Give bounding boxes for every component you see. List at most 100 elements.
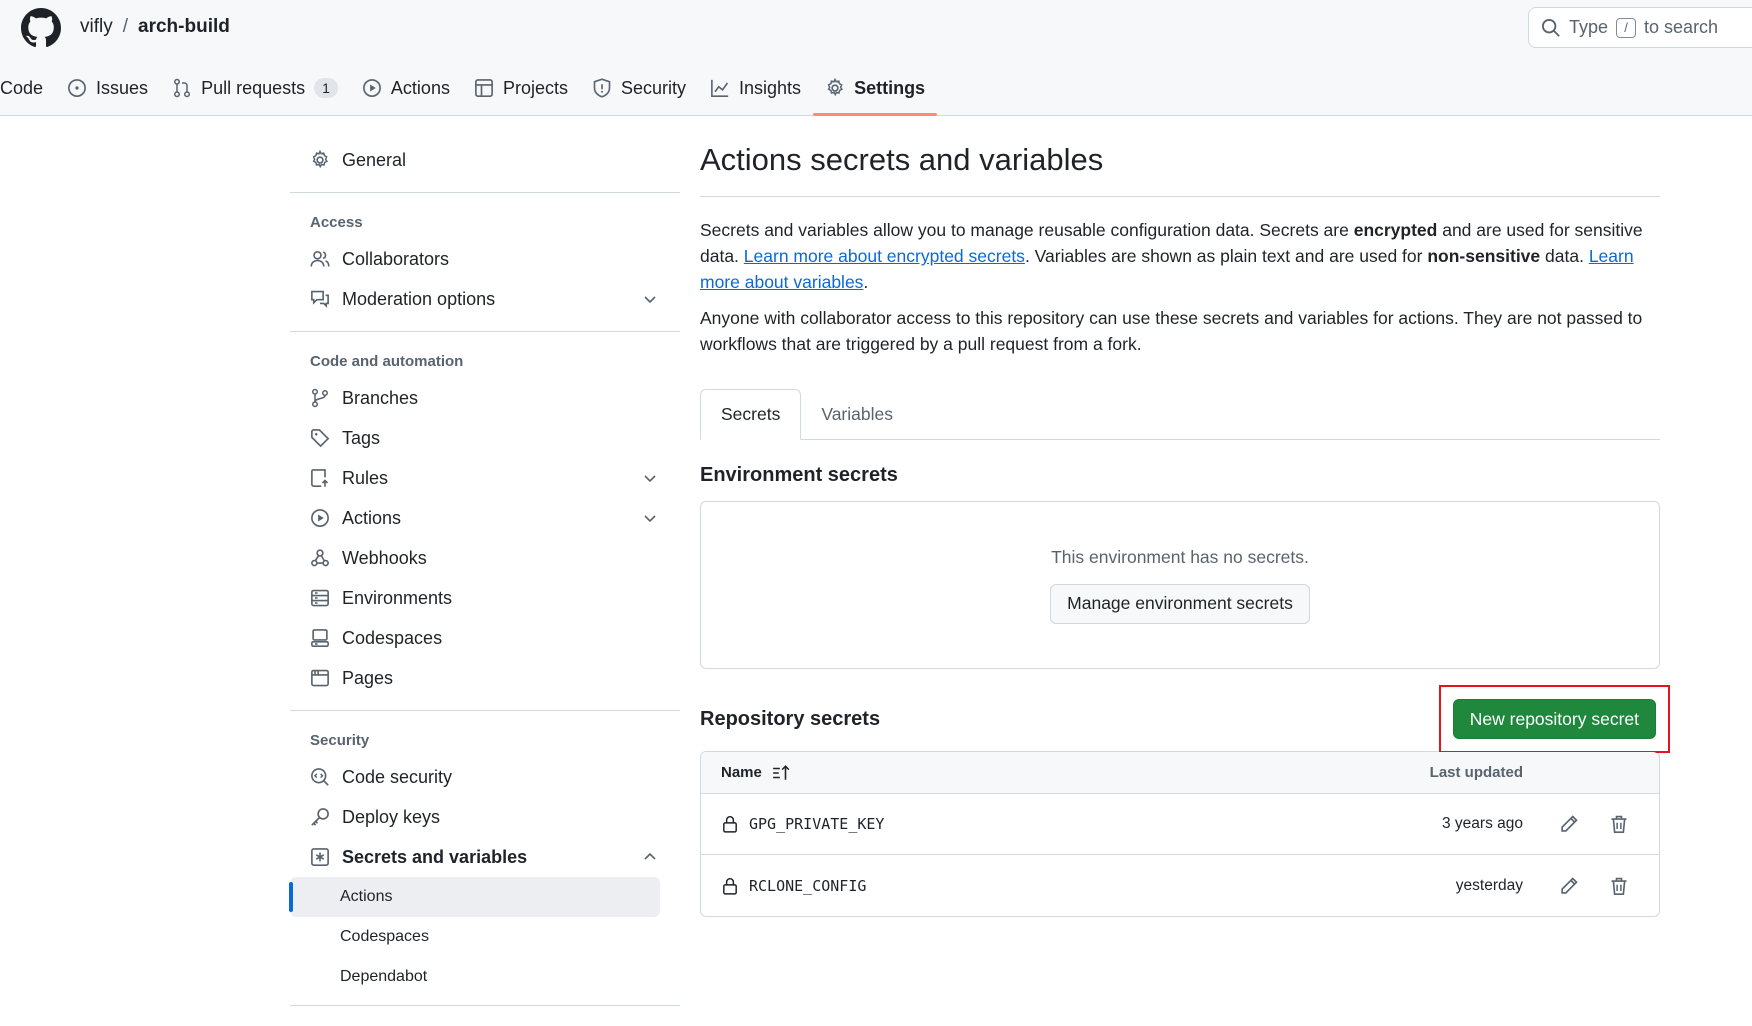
owner-link[interactable]: vifly [80,16,113,38]
sidebar-item-deploy-keys[interactable]: Deploy keys [290,797,680,837]
sidebar-item-code-security[interactable]: Code security [290,757,680,797]
sort-ascending-icon[interactable] [772,764,790,782]
sidebar-heading-code-automation: Code and automation [310,352,464,370]
pencil-icon[interactable] [1559,814,1579,834]
tab-settings-label: Settings [854,77,926,98]
search-input[interactable]: Type / to search [1528,7,1752,48]
key-icon [311,808,329,826]
table-header: Name Last updated [701,752,1659,795]
chevron-down-icon[interactable] [642,291,658,307]
sidebar-item-label: Rules [342,467,389,488]
tab-issues[interactable]: Issues [55,70,160,106]
sidebar-subitem-dependabot[interactable]: Dependabot [290,957,680,997]
browser-icon [311,669,329,687]
table-row: RCLONE_CONFIG yesterday [701,855,1659,916]
tab-projects[interactable]: Projects [462,70,580,106]
codespaces-icon [311,629,329,647]
tab-variables[interactable]: Variables [801,389,913,440]
table-row: GPG_PRIVATE_KEY 3 years ago [701,794,1659,856]
trash-icon[interactable] [1609,814,1629,834]
sidebar-item-environments[interactable]: Environments [290,578,680,618]
chevron-down-icon[interactable] [642,470,658,486]
secret-last-updated: yesterday [1455,876,1523,894]
sidebar-item-general[interactable]: General [290,140,680,180]
sidebar-item-codespaces[interactable]: Codespaces [290,618,680,658]
sidebar-item-label: Tags [342,427,381,448]
sidebar-item-branches[interactable]: Branches [290,378,680,418]
tab-security[interactable]: Security [580,70,698,106]
tab-code[interactable]: Code [0,70,55,106]
secret-last-updated: 3 years ago [1442,815,1523,833]
github-logo-icon[interactable] [21,8,61,48]
sidebar-item-label: Deploy keys [342,806,441,827]
sidebar-subitem-label: Actions [340,888,393,905]
lock-icon [723,816,737,833]
pencil-icon[interactable] [1559,876,1579,896]
sidebar-item-moderation[interactable]: Moderation options [290,279,680,319]
server-icon [311,589,329,607]
intro-emphasis-encrypted: encrypted [1353,220,1438,241]
column-last-updated-header: Last updated [1429,764,1523,782]
tab-insights-label: Insights [739,77,802,98]
tab-actions-label: Actions [390,77,450,98]
tab-actions[interactable]: Actions [350,70,462,106]
sidebar-subitem-label: Codespaces [340,928,429,945]
webhook-icon [311,549,329,567]
sidebar-item-secrets-variables[interactable]: Secrets and variables [290,837,680,877]
people-icon [310,250,330,267]
sidebar-item-label: Pages [342,667,394,688]
repository-secrets-table: Name Last updated GPG_PRIVATE_KEY 3 year… [700,751,1660,918]
tab-code-label: Code [0,77,44,98]
sidebar-divider [290,331,680,332]
search-placeholder-start: Type [1569,17,1609,37]
sidebar-item-label: Branches [342,387,419,408]
sidebar-item-pages[interactable]: Pages [290,658,680,698]
intro-text: . Variables are shown as plain text and … [1024,246,1428,267]
codescan-icon [311,768,329,786]
repo-link[interactable]: arch-build [138,16,230,38]
sidebar-item-collaborators[interactable]: Collaborators [290,239,680,279]
search-icon [1541,18,1560,37]
trash-icon[interactable] [1609,876,1629,896]
table-icon [475,79,493,97]
tab-issues-label: Issues [96,77,149,98]
tab-pull-requests-label: Pull requests [201,77,306,98]
sidebar-item-label: Collaborators [342,248,450,269]
page-title: Actions secrets and variables [700,140,1660,198]
sidebar-item-actions[interactable]: Actions [290,498,680,538]
sidebar-subitem-actions[interactable]: Actions [289,877,660,917]
tab-settings[interactable]: Settings [813,70,938,116]
sidebar-heading-access: Access [310,213,363,231]
sidebar-item-rules[interactable]: Rules [290,458,680,498]
new-repository-secret-button[interactable]: New repository secret [1452,699,1656,740]
sidebar-divider [290,192,680,193]
tab-pull-requests[interactable]: Pull requests 1 [160,70,350,106]
intro-text: data. [1540,246,1589,267]
environment-secrets-heading: Environment secrets [700,464,898,487]
search-placeholder-end: to search [1644,17,1719,37]
tab-insights[interactable]: Insights [698,70,813,106]
learn-encrypted-secrets-link[interactable]: Learn more about encrypted secrets [744,246,1025,266]
intro-emphasis-non-sensitive: non-sensitive [1427,246,1541,267]
lock-icon [723,877,737,895]
settings-sidebar: General Access Collaborators Moderation … [289,140,680,1018]
manage-environment-secrets-button[interactable]: Manage environment secrets [1050,583,1310,624]
secret-name: GPG_PRIVATE_KEY [749,815,885,834]
sidebar-heading-security: Security [310,731,370,749]
shield-icon [593,78,611,98]
play-icon [362,79,381,97]
repo-push-icon [311,469,329,487]
intro-text: Secrets and variables allow you to manag… [700,220,1354,241]
sidebar-item-label: Webhooks [342,547,427,568]
main-content: Actions secrets and variables Secrets an… [700,140,1670,918]
sidebar-item-tags[interactable]: Tags [290,418,680,458]
intro-text: . [863,272,869,293]
repo-header: vifly / arch-build Type / to search Code… [0,0,1752,116]
chevron-down-icon[interactable] [642,510,658,526]
highlight-box: New repository secret [1438,685,1670,754]
sidebar-item-webhooks[interactable]: Webhooks [290,538,680,578]
sidebar-item-label: Moderation options [342,288,496,309]
tab-secrets[interactable]: Secrets [700,389,802,441]
chevron-up-icon[interactable] [642,849,658,865]
sidebar-subitem-codespaces[interactable]: Codespaces [290,917,680,957]
